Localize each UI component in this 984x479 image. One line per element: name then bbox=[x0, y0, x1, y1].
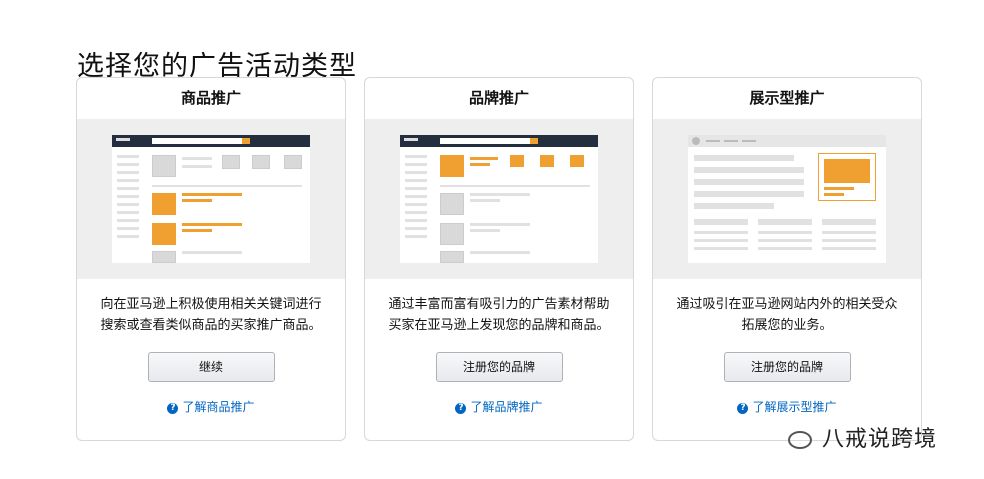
question-circle-icon: ? bbox=[455, 403, 467, 414]
learn-more-label: 了解商品推广 bbox=[182, 400, 255, 414]
description-line: 搜索或查看类似商品的买家推广商品。 bbox=[100, 318, 322, 333]
card-description: 向在亚马逊上积极使用相关关键词进行 搜索或查看类似商品的买家推广商品。 bbox=[91, 294, 331, 338]
learn-more-link[interactable]: ? 了解展示型推广 bbox=[653, 398, 921, 415]
sponsored-display-illustration bbox=[688, 135, 886, 263]
description-line: 拓展您的业务。 bbox=[741, 318, 833, 333]
description-line: 向在亚马逊上积极使用相关关键词进行 bbox=[100, 297, 322, 312]
description-line: 通过丰富而富有吸引力的广告素材帮助 bbox=[388, 297, 610, 312]
card-title: 品牌推广 bbox=[468, 89, 529, 107]
preview-area bbox=[365, 119, 633, 279]
register-brand-button[interactable]: 注册您的品牌 bbox=[723, 352, 851, 382]
preview-area bbox=[653, 119, 921, 279]
learn-more-link[interactable]: ? 了解商品推广 bbox=[77, 398, 345, 415]
question-circle-icon: ? bbox=[737, 403, 749, 414]
description-line: 买家在亚马逊上发现您的品牌和商品。 bbox=[388, 318, 610, 333]
learn-more-label: 了解展示型推广 bbox=[752, 400, 837, 414]
preview-area bbox=[77, 119, 345, 279]
continue-button[interactable]: 继续 bbox=[147, 352, 275, 382]
learn-more-label: 了解品牌推广 bbox=[470, 400, 543, 414]
wechat-icon bbox=[788, 431, 812, 449]
campaign-card-sponsored-brands: 品牌推广 通过丰富而富有吸引力的广告素材帮助 买家在亚马逊上发现您的品牌和商品。… bbox=[364, 77, 634, 441]
register-brand-button[interactable]: 注册您的品牌 bbox=[435, 352, 563, 382]
card-title: 商品推广 bbox=[180, 89, 241, 107]
campaign-card-sponsored-display: 展示型推广 通过吸引在亚马逊网站内外的相关受众 拓展您的业务。 注册您的品牌 ?… bbox=[652, 77, 922, 441]
card-description: 通过吸引在亚马逊网站内外的相关受众 拓展您的业务。 bbox=[667, 294, 907, 338]
description-line: 通过吸引在亚马逊网站内外的相关受众 bbox=[676, 297, 898, 312]
card-description: 通过丰富而富有吸引力的广告素材帮助 买家在亚马逊上发现您的品牌和商品。 bbox=[379, 294, 619, 338]
campaign-card-sponsored-products: 商品推广 向在亚马逊上积极使用相关关键词进行 搜索或查看类似商品的买家推广商品。… bbox=[76, 77, 346, 441]
watermark-text: 八戒说跨境 bbox=[822, 427, 938, 452]
watermark: 八戒说跨境 bbox=[788, 421, 937, 453]
card-title: 展示型推广 bbox=[749, 89, 825, 107]
sponsored-brands-illustration bbox=[400, 135, 598, 263]
question-circle-icon: ? bbox=[167, 403, 179, 414]
sponsored-products-illustration bbox=[112, 135, 310, 263]
learn-more-link[interactable]: ? 了解品牌推广 bbox=[365, 398, 633, 415]
